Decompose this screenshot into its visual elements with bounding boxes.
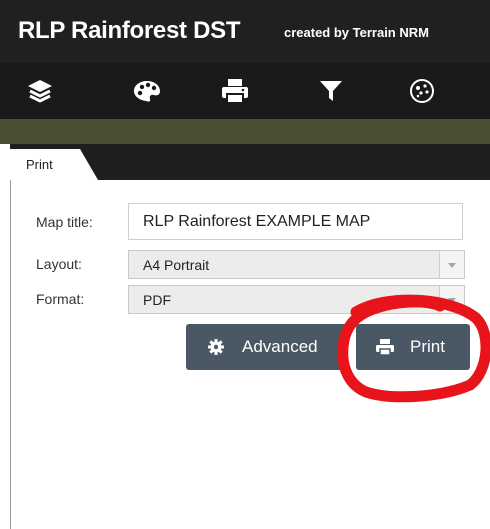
layers-icon [28,80,52,103]
legend-icon [134,81,160,102]
accent-bar [0,119,490,144]
toolbar [0,63,490,119]
layout-dropdown-arrow-icon[interactable] [439,251,464,278]
print-button-label: Print [410,337,445,356]
map-title-input[interactable]: RLP Rainforest EXAMPLE MAP [128,203,463,240]
filter-icon [320,81,342,101]
gear-icon [208,339,224,355]
filter-button[interactable] [301,63,361,119]
print-button[interactable]: Print [356,324,470,370]
tab-print-label: Print [26,157,53,172]
legend-button[interactable] [117,63,177,119]
tab-shape [10,149,98,180]
advanced-button[interactable]: Advanced [186,324,348,370]
app-credit: created by Terrain NRM [284,25,429,40]
advanced-button-label: Advanced [242,337,318,356]
printer-icon [376,339,394,356]
app-header: RLP Rainforest DST created by Terrain NR… [0,0,490,63]
layers-button[interactable] [10,63,70,119]
layout-select-value: A4 Portrait [143,257,210,273]
tab-print[interactable]: Print [10,149,98,180]
basemap-button[interactable] [392,63,452,119]
format-label: Format: [36,291,85,307]
format-dropdown-arrow-icon[interactable] [439,286,464,313]
basemap-icon [410,79,434,103]
layout-label: Layout: [36,256,82,272]
format-select[interactable]: PDF [128,285,465,314]
print-tool-button[interactable] [205,63,265,119]
layout-select[interactable]: A4 Portrait [128,250,465,279]
print-icon [222,79,248,104]
map-title-label: Map title: [36,214,93,230]
format-select-value: PDF [143,292,171,308]
app-title: RLP Rainforest DST [18,17,241,44]
